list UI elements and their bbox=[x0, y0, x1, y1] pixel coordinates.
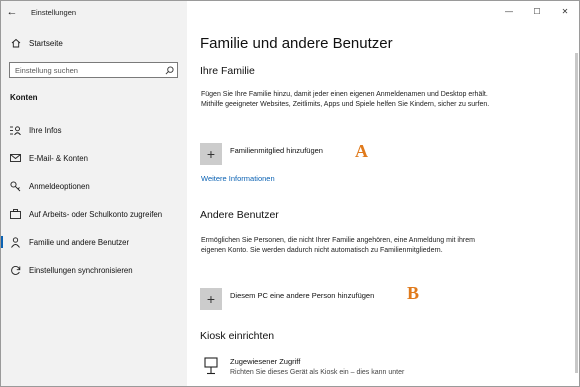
person-info-icon bbox=[9, 125, 21, 135]
plus-icon: + bbox=[200, 288, 222, 310]
scrollbar[interactable] bbox=[575, 53, 578, 373]
add-family-member-button[interactable]: + Familienmitglied hinzufügen bbox=[200, 143, 323, 165]
minimize-button[interactable]: — bbox=[495, 1, 523, 21]
home-link[interactable]: Startseite bbox=[11, 38, 63, 48]
main-content: — ☐ ✕ Familie und andere Benutzer Ihre F… bbox=[187, 1, 579, 386]
sync-icon bbox=[9, 265, 21, 276]
sidebar-item-ihre-infos[interactable]: Ihre Infos bbox=[1, 118, 187, 142]
settings-window: ← Einstellungen Startseite Einstellung s… bbox=[0, 0, 580, 387]
home-icon bbox=[11, 38, 21, 48]
title-bar: ← Einstellungen bbox=[1, 1, 187, 23]
active-indicator bbox=[1, 236, 3, 248]
section-label-konten: Konten bbox=[10, 93, 38, 102]
sidebar-item-label: Ihre Infos bbox=[29, 125, 62, 135]
sidebar-item-label: Familie und andere Benutzer bbox=[29, 237, 130, 247]
kiosk-icon bbox=[200, 357, 222, 381]
add-family-member-label: Familienmitglied hinzufügen bbox=[230, 145, 323, 155]
family-icon bbox=[9, 236, 21, 248]
briefcase-icon bbox=[9, 209, 21, 219]
sidebar-item-label: Auf Arbeits- oder Schulkonto zugreifen bbox=[29, 209, 163, 219]
app-title: Einstellungen bbox=[31, 7, 77, 17]
other-users-description: Ermöglichen Sie Personen, die nicht Ihre… bbox=[201, 237, 475, 254]
sidebar: ← Einstellungen Startseite Einstellung s… bbox=[1, 1, 187, 386]
window-controls: — ☐ ✕ bbox=[495, 1, 579, 21]
sidebar-item-anmeldeoptionen[interactable]: Anmeldeoptionen bbox=[1, 174, 187, 198]
search-icon[interactable] bbox=[161, 65, 177, 75]
sidebar-item-familie[interactable]: Familie und andere Benutzer bbox=[1, 230, 187, 254]
page-title: Familie und andere Benutzer bbox=[200, 35, 393, 52]
home-label: Startseite bbox=[29, 38, 63, 48]
family-description: Fügen Sie Ihre Familie hinzu, damit jede… bbox=[201, 91, 490, 108]
assigned-access-title: Zugewiesener Zugriff bbox=[230, 357, 301, 366]
add-other-person-label: Diesem PC eine andere Person hinzufügen bbox=[230, 290, 375, 300]
sidebar-item-arbeitskonto[interactable]: Auf Arbeits- oder Schulkonto zugreifen bbox=[1, 202, 187, 226]
back-arrow-icon[interactable]: ← bbox=[1, 6, 23, 18]
close-button[interactable]: ✕ bbox=[551, 1, 579, 21]
search-input[interactable]: Einstellung suchen bbox=[9, 62, 178, 78]
sidebar-item-label: E-Mail- & Konten bbox=[29, 153, 88, 163]
mail-icon bbox=[9, 154, 21, 162]
sidebar-item-label: Einstellungen synchronisieren bbox=[29, 265, 133, 275]
marker-b: B bbox=[407, 283, 420, 303]
search-placeholder: Einstellung suchen bbox=[15, 65, 78, 75]
key-icon bbox=[9, 180, 21, 192]
marker-a: A bbox=[355, 141, 368, 161]
more-info-link[interactable]: Weitere Informationen bbox=[201, 174, 275, 183]
kiosk-heading: Kiosk einrichten bbox=[200, 330, 275, 342]
assigned-access-description: Richten Sie dieses Gerät als Kiosk ein –… bbox=[230, 369, 405, 376]
other-users-heading: Andere Benutzer bbox=[200, 209, 279, 221]
sidebar-item-email[interactable]: E-Mail- & Konten bbox=[1, 146, 187, 170]
add-other-person-button[interactable]: + Diesem PC eine andere Person hinzufüge… bbox=[200, 288, 374, 310]
sidebar-item-label: Anmeldeoptionen bbox=[29, 181, 90, 191]
family-heading: Ihre Familie bbox=[200, 65, 255, 77]
maximize-button[interactable]: ☐ bbox=[523, 1, 551, 21]
plus-icon: + bbox=[200, 143, 222, 165]
assigned-access-item[interactable]: Zugewiesener Zugriff Richten Sie dieses … bbox=[200, 357, 404, 381]
sidebar-item-sync[interactable]: Einstellungen synchronisieren bbox=[1, 258, 187, 282]
